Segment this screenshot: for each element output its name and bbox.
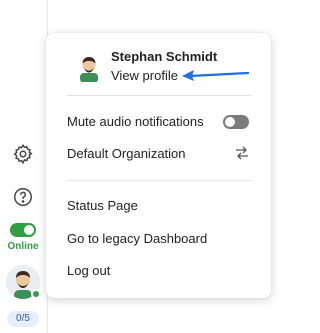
menu-divider — [66, 95, 251, 96]
status-page-link[interactable]: Status Page — [67, 198, 138, 213]
profile-menu: Stephan Schmidt View profile Mute audio … — [46, 33, 271, 298]
menu-divider — [66, 180, 251, 181]
app-stage: Online 0/5 Stephan Schmidt View profile — [0, 0, 280, 333]
user-name: Stephan Schmidt — [111, 49, 218, 64]
default-organization-item[interactable]: Default Organization — [67, 146, 186, 161]
view-profile-link[interactable]: View profile — [111, 68, 178, 83]
counter-badge[interactable]: 0/5 — [7, 311, 39, 327]
logout-link[interactable]: Log out — [67, 263, 110, 278]
online-status-toggle[interactable] — [10, 223, 36, 237]
switch-arrows-icon[interactable] — [235, 146, 249, 160]
presence-dot — [31, 289, 41, 299]
annotation-arrow — [182, 70, 250, 81]
left-rail: Online 0/5 — [0, 0, 48, 333]
legacy-dashboard-link[interactable]: Go to legacy Dashboard — [67, 231, 207, 246]
gear-icon[interactable] — [12, 143, 34, 165]
help-circle-icon[interactable] — [12, 186, 34, 208]
menu-avatar — [74, 52, 104, 83]
online-status-label: Online — [7, 241, 39, 252]
mute-audio-label: Mute audio notifications — [67, 114, 204, 129]
mute-audio-toggle[interactable] — [223, 115, 249, 129]
